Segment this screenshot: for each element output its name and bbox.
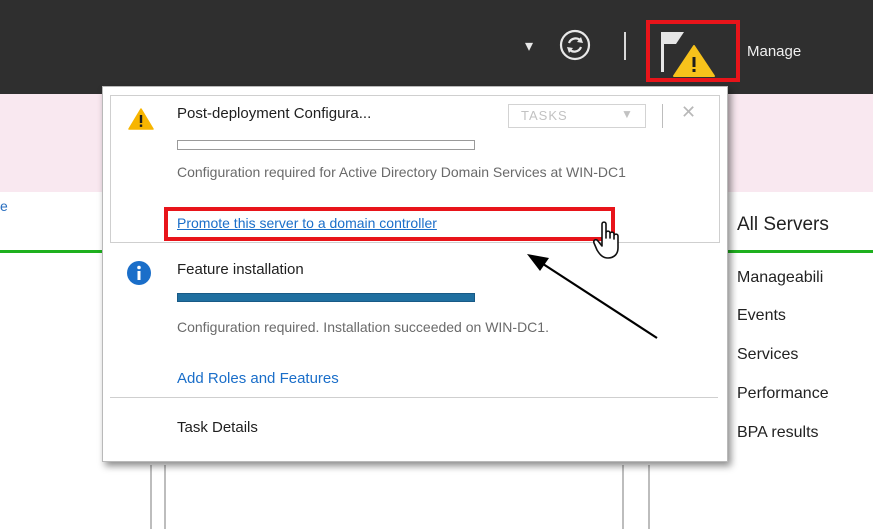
chevron-down-icon[interactable]: ▾ [525, 36, 533, 56]
panel-border [622, 465, 624, 529]
divider [110, 397, 718, 398]
notification-title: Post-deployment Configura... [177, 105, 372, 122]
top-toolbar [0, 0, 873, 94]
notification-description: Configuration required. Installation suc… [177, 319, 549, 335]
panel-item-manageability[interactable]: Manageabili [737, 269, 823, 287]
left-fragment-text: e [0, 198, 8, 214]
task-details-link[interactable]: Task Details [177, 419, 258, 436]
info-icon [127, 261, 151, 285]
panel-border [150, 465, 152, 529]
flag-highlight-box [646, 20, 740, 82]
hand-cursor-icon [593, 221, 619, 259]
panel-item-events[interactable]: Events [737, 307, 786, 325]
separator [662, 104, 663, 128]
notification-title: Feature installation [177, 261, 304, 278]
panel-item-bpa-results[interactable]: BPA results [737, 424, 819, 442]
tasks-dropdown[interactable]: TASKS ▼ [508, 104, 646, 128]
link-highlight-box [164, 207, 615, 241]
chevron-down-icon: ▼ [621, 107, 634, 121]
add-roles-and-features-link[interactable]: Add Roles and Features [177, 370, 339, 387]
warning-icon [128, 108, 154, 130]
notification-description: Configuration required for Active Direct… [177, 164, 626, 180]
progress-bar-empty [177, 140, 475, 150]
panel-item-performance[interactable]: Performance [737, 385, 829, 403]
toolbar-separator [624, 32, 626, 60]
panel-border [164, 465, 166, 529]
panel-border [648, 465, 650, 529]
all-servers-title: All Servers [737, 214, 829, 235]
refresh-icon[interactable] [558, 28, 592, 62]
tasks-label: TASKS [521, 108, 568, 123]
close-icon[interactable]: ✕ [681, 102, 696, 123]
manage-menu[interactable]: Manage [747, 43, 801, 60]
progress-bar-full [177, 293, 475, 302]
panel-item-services[interactable]: Services [737, 346, 798, 364]
